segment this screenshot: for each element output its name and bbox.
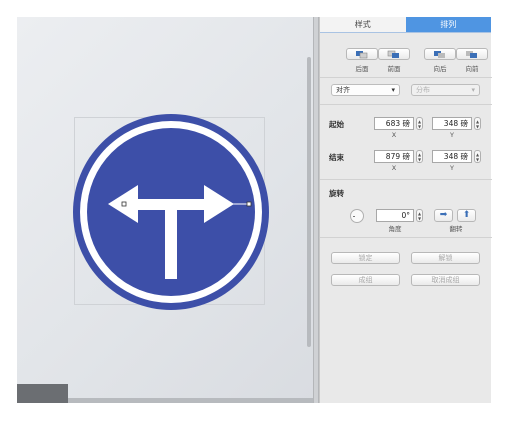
ungroup-button[interactable]: 取消成组 — [411, 274, 480, 286]
separator — [320, 104, 492, 105]
arrow-right-icon: ➡ — [439, 210, 448, 220]
flip-vertical-button[interactable]: ⬆ — [457, 209, 476, 222]
bring-forward-label: 向前 — [465, 65, 479, 73]
chevron-down-icon: ▾ — [471, 86, 475, 94]
canvas[interactable] — [17, 17, 313, 403]
end-title: 结束 — [329, 153, 344, 162]
angle-field[interactable]: 0° — [376, 209, 414, 222]
start-y-stepper[interactable]: ▲ ▼ — [474, 117, 481, 130]
start-y-label: Y — [450, 131, 454, 139]
end-y-label: Y — [450, 164, 454, 172]
start-y-field[interactable]: 348 磅 — [432, 117, 472, 130]
send-backward-label: 向后 — [433, 65, 447, 73]
bring-to-front-button[interactable] — [378, 48, 410, 60]
send-to-back-label: 后面 — [355, 65, 369, 73]
end-x-stepper[interactable]: ▲ ▼ — [416, 150, 423, 163]
send-to-back-icon — [356, 50, 368, 58]
rotation-knob[interactable] — [350, 209, 364, 223]
angle-stepper[interactable]: ▲ ▼ — [416, 209, 423, 222]
app-window: 样式 排列 后面 前面 向后 向前 对齐 ▾ 分布 ▾ 起始 683 磅 ▲ ▼… — [17, 17, 492, 403]
separator — [320, 77, 492, 78]
lock-button[interactable]: 锁定 — [331, 252, 400, 264]
distribute-select[interactable]: 分布 ▾ — [411, 84, 480, 96]
panel-tabs: 样式 排列 — [320, 17, 491, 33]
flip-label: 翻转 — [449, 225, 463, 233]
end-y-stepper[interactable]: ▲ ▼ — [474, 150, 481, 163]
start-x-field[interactable]: 683 磅 — [374, 117, 414, 130]
bring-to-front-label: 前面 — [387, 65, 401, 73]
start-title: 起始 — [329, 120, 344, 129]
angle-label: 角度 — [388, 225, 402, 233]
bring-forward-button[interactable] — [456, 48, 488, 60]
end-y-field[interactable]: 348 磅 — [432, 150, 472, 163]
align-select-value: 对齐 — [336, 86, 350, 94]
start-x-label: X — [391, 131, 397, 139]
group-button[interactable]: 成组 — [331, 274, 400, 286]
traffic-sign-image[interactable] — [72, 113, 270, 311]
canvas-corner — [17, 384, 68, 403]
tab-arrange[interactable]: 排列 — [405, 17, 491, 32]
separator — [320, 179, 492, 180]
format-panel: 样式 排列 后面 前面 向后 向前 对齐 ▾ 分布 ▾ 起始 683 磅 ▲ ▼… — [319, 17, 492, 403]
line-end-handle[interactable] — [246, 201, 252, 207]
distribute-select-value: 分布 — [416, 86, 430, 94]
chevron-down-icon: ▾ — [391, 86, 395, 94]
canvas-vertical-scrollbar[interactable] — [307, 57, 311, 347]
send-backward-icon — [434, 50, 445, 58]
rotate-title: 旋转 — [329, 189, 344, 198]
end-x-label: X — [391, 164, 397, 172]
tab-style[interactable]: 样式 — [320, 17, 406, 32]
unlock-button[interactable]: 解锁 — [411, 252, 480, 264]
bring-to-front-icon — [387, 50, 399, 58]
send-backward-button[interactable] — [424, 48, 456, 60]
line-start-handle[interactable] — [121, 201, 127, 207]
send-to-back-button[interactable] — [346, 48, 378, 60]
bring-forward-icon — [466, 50, 477, 58]
start-x-stepper[interactable]: ▲ ▼ — [416, 117, 423, 130]
align-select[interactable]: 对齐 ▾ — [331, 84, 400, 96]
arrow-up-icon: ⬆ — [462, 210, 471, 220]
flip-horizontal-button[interactable]: ➡ — [434, 209, 453, 222]
end-x-field[interactable]: 879 磅 — [374, 150, 414, 163]
separator — [320, 237, 492, 238]
